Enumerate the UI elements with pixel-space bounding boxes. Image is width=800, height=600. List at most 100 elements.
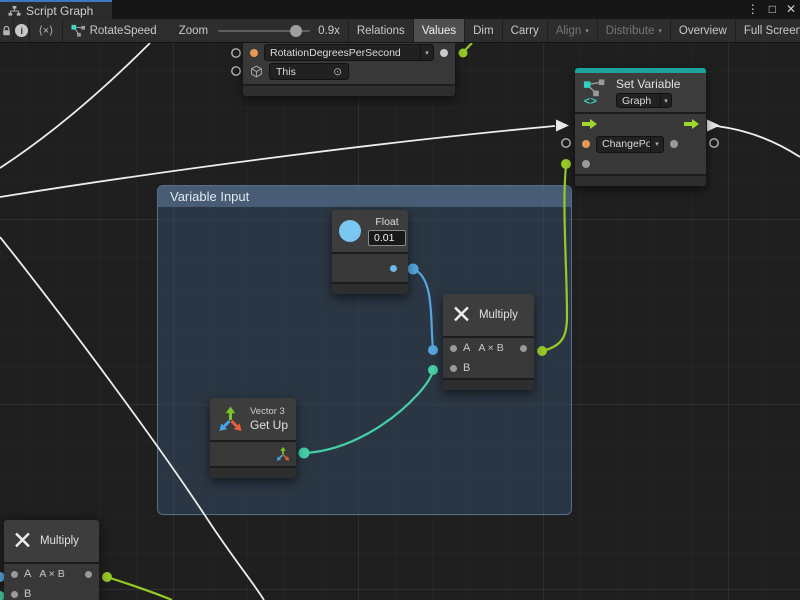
distribute-dropdown[interactable]: Distribute▾ <box>598 19 671 42</box>
target-field[interactable]: This ⊙ <box>269 63 349 80</box>
title-bar: Script Graph ⋮ □ ✕ <box>0 0 800 19</box>
multiply-icon: ✕ <box>451 303 472 328</box>
node-vector3-get-up[interactable]: Vector 3 Get Up <box>210 398 296 478</box>
wire-white-topleft[interactable] <box>0 43 150 168</box>
tab-title: Script Graph <box>26 4 93 18</box>
vector3-icon <box>218 406 243 432</box>
graph-canvas[interactable]: Variable Input <box>0 43 800 600</box>
value-port[interactable] <box>250 49 258 57</box>
input-port[interactable] <box>562 139 570 147</box>
unity-visual-scripting-window: Script Graph ⋮ □ ✕ i ⟨×⟩ <box>0 0 800 600</box>
graph-picker[interactable]: RotateSpeed <box>63 19 165 42</box>
node-type-label: Vector 3 <box>250 406 288 417</box>
output-port[interactable] <box>710 139 718 147</box>
angle-brackets-glyph: <> <box>584 96 597 107</box>
control-ports-row <box>575 114 706 134</box>
node-footer <box>575 176 706 186</box>
relations-button[interactable]: Relations <box>349 19 414 42</box>
object-picker-icon[interactable]: ⊙ <box>333 66 342 78</box>
align-dropdown[interactable]: Align▾ <box>548 19 598 42</box>
variable-name-dropdown[interactable]: ChangePos ▾ <box>596 136 664 153</box>
node-multiply-2[interactable]: ✕ Multiply A A × B B <box>4 520 99 600</box>
variable-name-dropdown[interactable]: RotationDegreesPerSecond ▾ <box>264 44 434 61</box>
input-port-b[interactable] <box>11 591 18 598</box>
chevron-down-icon: ▾ <box>420 45 433 60</box>
maximize-icon[interactable]: □ <box>769 0 776 19</box>
dim-button[interactable]: Dim <box>465 19 502 42</box>
info-button[interactable]: i <box>14 19 30 42</box>
node-get-variable[interactable]: RotationDegreesPerSecond ▾ This ⊙ <box>243 43 455 96</box>
output-port[interactable] <box>390 265 397 272</box>
node-footer <box>332 284 408 294</box>
wire-multiply2-output[interactable] <box>107 577 172 600</box>
wire-getvariable-output[interactable] <box>463 43 472 53</box>
float-type-icon <box>339 220 361 242</box>
node-title: Set Variable <box>616 77 680 91</box>
node-footer <box>210 468 296 478</box>
variable-name-row: ChangePos ▾ <box>575 134 706 154</box>
control-output-port[interactable] <box>707 120 720 132</box>
input-port[interactable] <box>232 49 240 57</box>
tab-script-graph[interactable]: Script Graph <box>0 0 112 19</box>
zoom-slider[interactable] <box>218 19 318 42</box>
value-port[interactable] <box>440 49 448 57</box>
carry-button[interactable]: Carry <box>503 19 548 42</box>
vector3-output-port-icon[interactable] <box>276 447 290 461</box>
input-port[interactable] <box>232 67 240 75</box>
full-screen-button[interactable]: Full Screen <box>736 19 800 42</box>
input-port-a[interactable] <box>450 345 457 352</box>
code-view-button[interactable]: ⟨×⟩ <box>30 19 62 42</box>
zoom-value: 0.9x <box>318 19 349 42</box>
zoom-slider-handle[interactable] <box>290 25 302 37</box>
value-port[interactable] <box>670 140 678 148</box>
wire-knob[interactable] <box>102 572 112 582</box>
zoom-label: Zoom <box>165 19 218 42</box>
control-in-arrow-icon[interactable] <box>582 119 597 129</box>
port-row-a: A A × B <box>443 338 534 358</box>
input-port-a[interactable] <box>11 571 18 578</box>
control-input-port[interactable] <box>556 120 569 132</box>
wire-control-out-of-setvariable[interactable] <box>716 126 800 157</box>
output-port[interactable] <box>520 345 527 352</box>
wire-knob[interactable] <box>561 159 571 169</box>
gameobject-cube-icon <box>250 65 263 78</box>
node-set-variable[interactable]: <> Set Variable Graph ▾ <box>575 68 706 186</box>
value-input-row <box>575 154 706 174</box>
value-port[interactable] <box>582 160 590 168</box>
graph-hierarchy-icon <box>8 5 21 17</box>
node-footer <box>443 380 534 390</box>
input-port-b[interactable] <box>450 365 457 372</box>
node-title: Multiply <box>40 535 79 547</box>
chevron-down-icon: ▾ <box>660 94 671 107</box>
script-graph-icon <box>71 24 86 38</box>
window-menu-icon[interactable]: ⋮ <box>747 0 759 19</box>
control-out-arrow-icon[interactable] <box>684 119 699 129</box>
scope-dropdown[interactable]: Graph ▾ <box>616 93 672 108</box>
lock-button[interactable] <box>0 19 14 42</box>
chevron-down-icon: ▾ <box>585 27 589 35</box>
node-multiply[interactable]: ✕ Multiply A A × B B <box>443 294 534 390</box>
close-icon[interactable]: ✕ <box>786 0 796 19</box>
zoom-slider-track[interactable] <box>218 30 310 32</box>
overview-button[interactable]: Overview <box>671 19 736 42</box>
node-footer <box>243 86 455 96</box>
graph-toolbar: i ⟨×⟩ RotateSpeed Zoom 0.9x Relations Va <box>0 19 800 43</box>
group-header[interactable]: Variable Input <box>158 186 571 207</box>
wire-knob[interactable] <box>459 49 468 58</box>
values-button[interactable]: Values <box>414 19 465 42</box>
window-controls: ⋮ □ ✕ <box>747 0 796 19</box>
node-title: Multiply <box>479 309 518 321</box>
port-row-b: B <box>4 584 99 600</box>
lock-icon <box>1 25 12 37</box>
output-port[interactable] <box>85 571 92 578</box>
value-port[interactable] <box>582 140 590 148</box>
port-row-a: A A × B <box>4 564 99 584</box>
graph-picker-label: RotateSpeed <box>90 25 157 37</box>
set-variable-icon: <> <box>583 78 609 107</box>
node-title: Float <box>375 216 398 228</box>
float-value-input[interactable]: 0.01 <box>368 230 406 246</box>
port-row-b: B <box>443 358 534 378</box>
code-view-icon: ⟨×⟩ <box>38 24 53 37</box>
node-float-literal[interactable]: Float 0.01 <box>332 210 408 294</box>
multiply-icon: ✕ <box>12 529 33 554</box>
